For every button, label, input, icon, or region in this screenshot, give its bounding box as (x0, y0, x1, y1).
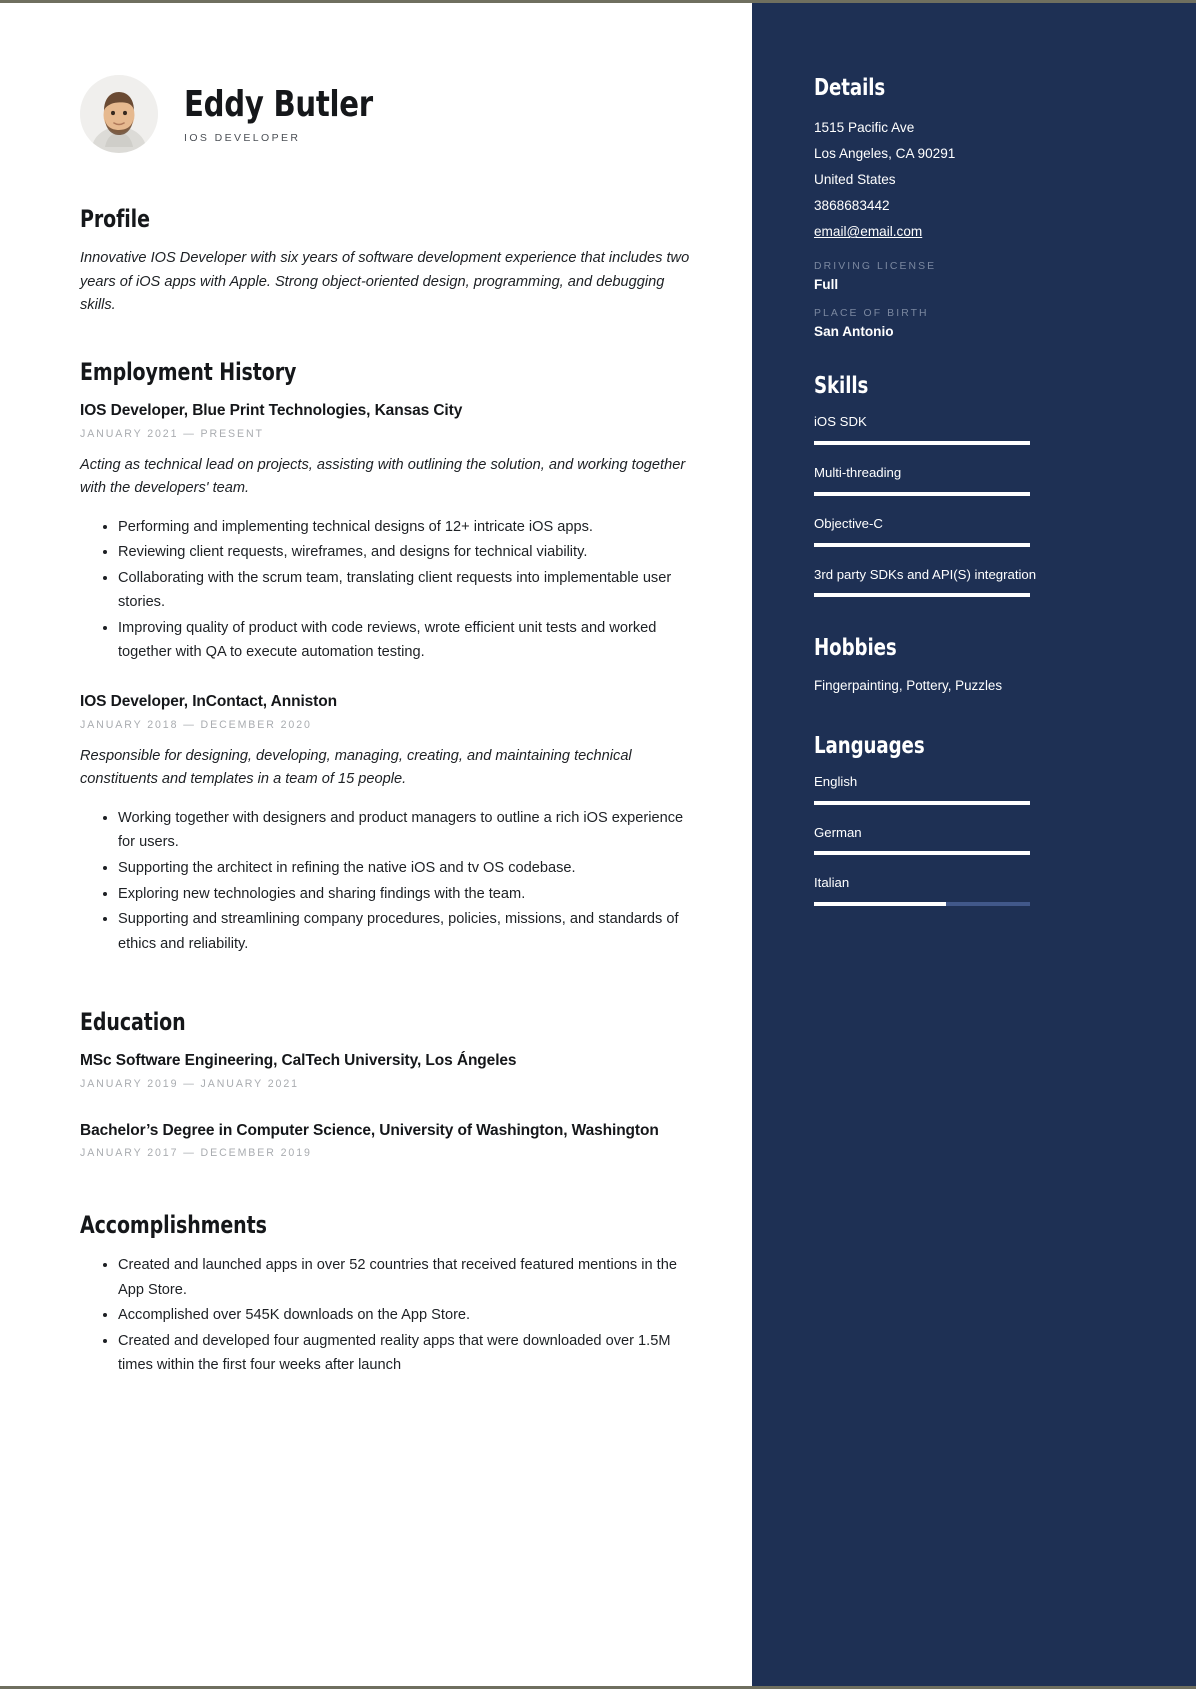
list-item: Supporting the architect in refining the… (118, 856, 696, 881)
section-employment-history: Employment History IOS Developer, Blue P… (80, 358, 696, 956)
education-date: JANUARY 2017 — DECEMBER 2019 (80, 1147, 312, 1160)
resume-main-column: Eddy Butler IOS DEVELOPER Profile Innova… (0, 3, 752, 1686)
language-item: Italian (814, 874, 1140, 907)
skill-label: Objective-C (814, 515, 883, 531)
list-item: Collaborating with the scrum team, trans… (118, 566, 696, 615)
employment-description: Acting as technical lead on projects, as… (80, 456, 686, 497)
driving-license-value: Full (814, 277, 839, 293)
skill-label: iOS SDK (814, 414, 867, 430)
languages-heading: Languages (814, 732, 925, 759)
list-item: Supporting and streamlining company proc… (118, 907, 696, 956)
list-item: Working together with designers and prod… (118, 806, 696, 855)
accomplishments-bullets: Created and launched apps in over 52 cou… (80, 1253, 696, 1378)
language-label: Italian (814, 875, 850, 891)
detail-country: United States (814, 172, 896, 188)
education-entry: Bachelor’s Degree in Computer Science, U… (80, 1120, 696, 1160)
sidebar-section-details: Details 1515 Pacific Ave Los Angeles, CA… (814, 75, 1140, 339)
skill-progress-fill (814, 441, 1030, 446)
detail-address-line2: Los Angeles, CA 90291 (814, 146, 956, 162)
education-date: JANUARY 2019 — JANUARY 2021 (80, 1077, 299, 1090)
employment-date: JANUARY 2021 — PRESENT (80, 427, 264, 440)
skill-progress-track (814, 593, 1030, 598)
skill-label: Multi-threading (814, 465, 902, 481)
skill-label: 3rd party SDKs and API(S) integration (814, 566, 1037, 582)
language-label: German (814, 824, 862, 840)
language-label: English (814, 773, 858, 789)
education-heading: Education (80, 1008, 186, 1037)
skill-progress-fill (814, 542, 1030, 547)
list-item: Improving quality of product with code r… (118, 616, 696, 665)
employment-bullets: Performing and implementing technical de… (80, 515, 696, 665)
detail-address-line1: 1515 Pacific Ave (814, 120, 915, 135)
section-accomplishments: Accomplishments Created and launched app… (80, 1211, 696, 1378)
hobbies-text: Fingerpainting, Pottery, Puzzles (814, 678, 1003, 694)
sidebar-section-languages: Languages English German Italian (814, 732, 1140, 907)
list-item: Created and developed four augmented rea… (118, 1329, 696, 1378)
skill-progress-track (814, 441, 1030, 446)
skill-progress-track (814, 542, 1030, 547)
employment-bullets: Working together with designers and prod… (80, 806, 696, 956)
profile-heading: Profile (80, 205, 150, 233)
skill-item: Objective-C (814, 515, 1140, 547)
person-name: Eddy Butler (184, 83, 373, 125)
employment-description: Responsible for designing, developing, m… (80, 747, 632, 788)
sidebar-section-hobbies: Hobbies Fingerpainting, Pottery, Puzzles (814, 635, 1140, 696)
employment-date: JANUARY 2018 — DECEMBER 2020 (80, 718, 312, 731)
employment-entry: IOS Developer, InContact, Anniston JANUA… (80, 691, 696, 956)
language-progress-track (814, 902, 1030, 907)
language-item: German (814, 824, 1140, 856)
employment-heading: Employment History (80, 357, 297, 386)
education-title: Bachelor’s Degree in Computer Science, U… (80, 1121, 659, 1139)
skill-progress-fill (814, 491, 1030, 496)
section-profile: Profile Innovative IOS Developer with si… (80, 205, 696, 318)
person-job-title: IOS DEVELOPER (184, 132, 301, 145)
place-of-birth-value: San Antonio (814, 324, 894, 340)
name-block: Eddy Butler IOS DEVELOPER (184, 83, 394, 145)
skill-item: iOS SDK (814, 413, 1140, 446)
skills-heading: Skills (814, 373, 869, 400)
language-item: English (814, 773, 1140, 805)
skill-item: Multi-threading (814, 464, 1140, 496)
education-title: MSc Software Engineering, CalTech Univer… (80, 1052, 517, 1070)
profile-text: Innovative IOS Developer with six years … (80, 250, 690, 314)
details-heading: Details (814, 75, 886, 101)
section-education: Education MSc Software Engineering, CalT… (80, 1008, 696, 1159)
language-progress-fill (814, 851, 1030, 856)
resume-header: Eddy Butler IOS DEVELOPER (80, 75, 696, 153)
accomplishments-heading: Accomplishments (80, 1211, 267, 1240)
list-item: Created and launched apps in over 52 cou… (118, 1253, 696, 1302)
language-progress-fill (814, 800, 1030, 805)
list-item: Performing and implementing technical de… (118, 515, 696, 540)
language-progress-fill (814, 902, 946, 907)
skill-progress-fill (814, 593, 1030, 598)
language-progress-track (814, 800, 1030, 805)
resume-sidebar: Details 1515 Pacific Ave Los Angeles, CA… (752, 3, 1196, 1686)
driving-license-label: DRIVING LICENSE (814, 261, 937, 273)
list-item: Accomplished over 545K downloads on the … (118, 1303, 696, 1328)
list-item: Reviewing client requests, wireframes, a… (118, 540, 696, 565)
employment-entry: IOS Developer, Blue Print Technologies, … (80, 400, 696, 665)
skill-item: 3rd party SDKs and API(S) integration (814, 566, 1140, 598)
skill-progress-track (814, 491, 1030, 496)
user-photo-icon (80, 75, 158, 153)
employment-title: IOS Developer, InContact, Anniston (80, 692, 337, 710)
avatar (80, 75, 158, 153)
resume-page: Eddy Butler IOS DEVELOPER Profile Innova… (0, 0, 1196, 1689)
hobbies-heading: Hobbies (814, 635, 897, 662)
place-of-birth-label: PLACE OF BIRTH (814, 308, 929, 320)
detail-phone: 3868683442 (814, 198, 890, 214)
education-entry: MSc Software Engineering, CalTech Univer… (80, 1050, 696, 1090)
employment-title: IOS Developer, Blue Print Technologies, … (80, 401, 463, 419)
language-progress-track (814, 851, 1030, 856)
detail-email-link[interactable]: email@email.com (814, 219, 922, 245)
list-item: Exploring new technologies and sharing f… (118, 882, 696, 907)
sidebar-section-skills: Skills iOS SDK Multi-threading Objective… (814, 373, 1140, 598)
